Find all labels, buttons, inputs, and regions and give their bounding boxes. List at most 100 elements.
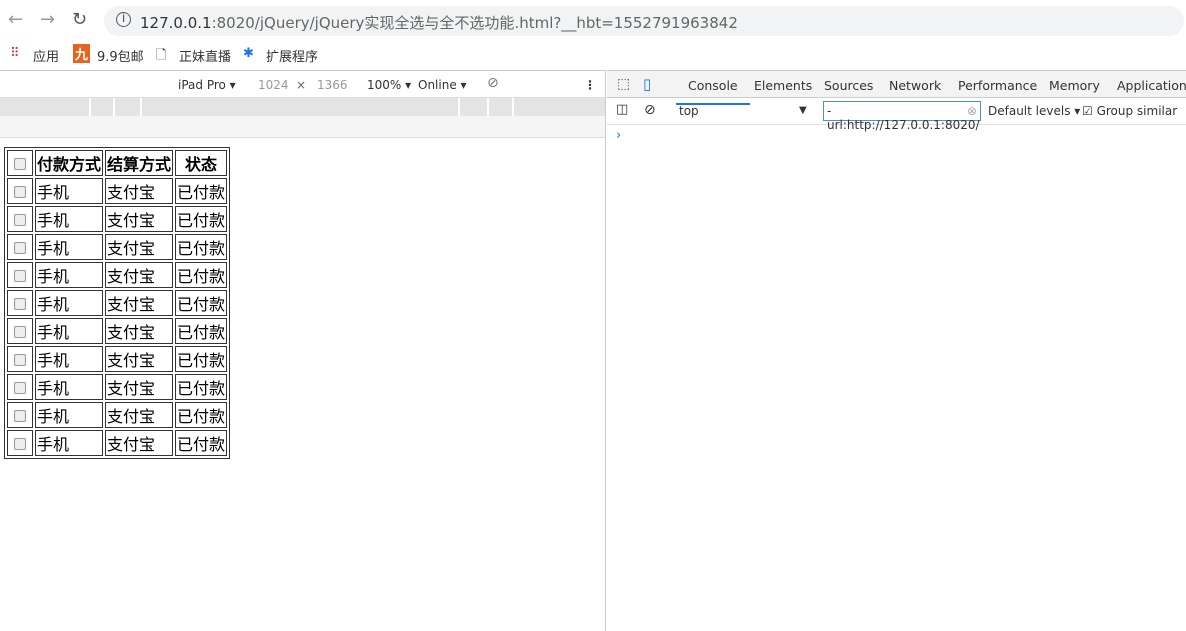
table-row: 手机 支付宝 已付款 — [7, 346, 228, 372]
table-row: 手机 支付宝 已付款 — [7, 318, 228, 344]
row-checkbox-cell — [7, 346, 33, 372]
bookmarks-bar: ⠿ 应用 九 9.9包邮 🗋 正妹直播 ✱ 扩展程序 — [0, 40, 1186, 70]
header-status: 状态 — [175, 150, 228, 176]
tab-network[interactable]: Network — [889, 78, 941, 93]
sidebar-toggle-icon[interactable]: ◫ — [616, 102, 628, 117]
network-select[interactable]: Online ▾ — [418, 78, 467, 92]
settlement-cell: 支付宝 — [105, 374, 174, 400]
status-cell: 已付款 — [175, 374, 228, 400]
page-icon: 🗋 — [156, 48, 167, 63]
row-checkbox[interactable] — [14, 270, 26, 282]
tab-application[interactable]: Application — [1117, 78, 1186, 93]
status-cell: 已付款 — [175, 234, 228, 260]
table-row: 手机 支付宝 已付款 — [7, 206, 228, 232]
levels-select[interactable]: Default levels ▾ — [988, 104, 1080, 118]
status-cell: 已付款 — [175, 346, 228, 372]
zoom-select[interactable]: 100% ▾ — [367, 78, 411, 92]
address-bar[interactable]: i 127.0.0.1:8020/jQuery/jQuery实现全选与全不选功能… — [104, 6, 1184, 36]
row-checkbox[interactable] — [14, 410, 26, 422]
payment-method-cell: 手机 — [35, 318, 104, 344]
filter-input[interactable]: -url:http://127.0.0.1:8020/⊗ — [823, 101, 981, 132]
row-checkbox-cell — [7, 206, 33, 232]
devtools-tabs: ⬚ ▯ Console Elements Sources Network Per… — [607, 70, 1186, 105]
header-settlement: 结算方式 — [105, 150, 174, 176]
viewport-pane: iPad Pro ▾ 1024 × 1366 100% ▾ Online ▾ ⊘… — [0, 70, 606, 631]
tab-memory[interactable]: Memory — [1049, 78, 1100, 93]
row-checkbox[interactable] — [14, 326, 26, 338]
devtools-pane: ⬚ ▯ Console Elements Sources Network Per… — [607, 70, 1186, 631]
info-icon[interactable]: i — [116, 12, 131, 27]
select-all-cell — [7, 150, 33, 176]
status-cell: 已付款 — [175, 290, 228, 316]
payment-method-cell: 手机 — [35, 178, 104, 204]
status-cell: 已付款 — [175, 430, 228, 456]
table-row: 手机 支付宝 已付款 — [7, 290, 228, 316]
payment-method-cell: 手机 — [35, 346, 104, 372]
tab-sources[interactable]: Sources — [824, 78, 873, 93]
row-checkbox-cell — [7, 374, 33, 400]
jiu-logo-icon: 九 — [73, 44, 91, 63]
width-input[interactable]: 1024 — [258, 78, 289, 92]
payment-table: 付款方式 结算方式 状态 手机 支付宝 已付款 手机 支付宝 已付款 手机 支付宝 已付款 手机支… — [4, 147, 231, 459]
bookmark-live[interactable]: 正妹直播 — [179, 46, 231, 65]
status-cell: 已付款 — [175, 178, 228, 204]
clear-filter-icon[interactable]: ⊗ — [967, 104, 977, 118]
settlement-cell: 支付宝 — [105, 346, 174, 372]
context-select[interactable]: top — [679, 104, 699, 118]
row-checkbox[interactable] — [14, 186, 26, 198]
row-checkbox-cell — [7, 430, 33, 456]
row-checkbox-cell — [7, 262, 33, 288]
bookmark-99[interactable]: 9.9包邮 — [97, 46, 144, 65]
reload-icon[interactable]: ↻ — [72, 9, 87, 30]
rotate-icon[interactable]: ⊘ — [487, 75, 499, 91]
row-checkbox[interactable] — [14, 382, 26, 394]
table-row: 手机 支付宝 已付款 — [7, 262, 228, 288]
url-path: :8020/jQuery/jQuery实现全选与全不选功能.html?__hbt… — [211, 14, 738, 32]
settlement-cell: 支付宝 — [105, 318, 174, 344]
payment-method-cell: 手机 — [35, 290, 104, 316]
payment-method-cell: 手机 — [35, 430, 104, 456]
inspect-icon[interactable]: ⬚ — [617, 76, 630, 92]
bookmark-extensions[interactable]: 扩展程序 — [266, 46, 318, 65]
media-query-bar[interactable] — [0, 98, 605, 116]
height-input[interactable]: 1366 — [317, 78, 348, 92]
row-checkbox[interactable] — [14, 438, 26, 450]
row-checkbox-cell — [7, 290, 33, 316]
chevron-down-icon[interactable]: ▼ — [799, 105, 807, 116]
tab-performance[interactable]: Performance — [958, 78, 1037, 93]
payment-method-cell: 手机 — [35, 374, 104, 400]
more-icon[interactable]: ⋮ — [584, 78, 596, 92]
console-prompt[interactable]: › — [616, 128, 621, 143]
settlement-cell: 支付宝 — [105, 234, 174, 260]
bookmark-apps[interactable]: 应用 — [33, 46, 59, 65]
row-checkbox-cell — [7, 178, 33, 204]
settlement-cell: 支付宝 — [105, 262, 174, 288]
row-checkbox-cell — [7, 402, 33, 428]
row-checkbox[interactable] — [14, 298, 26, 310]
status-cell: 已付款 — [175, 262, 228, 288]
device-select[interactable]: iPad Pro ▾ — [178, 78, 236, 92]
settlement-cell: 支付宝 — [105, 402, 174, 428]
table-row: 手机 支付宝 已付款 — [7, 374, 228, 400]
select-all-checkbox[interactable] — [14, 158, 26, 170]
row-checkbox[interactable] — [14, 214, 26, 226]
row-checkbox-cell — [7, 234, 33, 260]
settlement-cell: 支付宝 — [105, 430, 174, 456]
forward-icon[interactable]: → — [40, 9, 55, 30]
settlement-cell: 支付宝 — [105, 178, 174, 204]
settlement-cell: 支付宝 — [105, 206, 174, 232]
apps-grid-icon: ⠿ — [10, 46, 20, 61]
clear-console-icon[interactable]: ⊘ — [644, 102, 656, 118]
status-cell: 已付款 — [175, 206, 228, 232]
payment-method-cell: 手机 — [35, 206, 104, 232]
group-similar-checkbox[interactable]: ☑ Group similar — [1082, 104, 1177, 118]
tab-elements[interactable]: Elements — [754, 78, 812, 93]
device-toolbar: iPad Pro ▾ 1024 × 1366 100% ▾ Online ▾ ⊘… — [0, 70, 605, 98]
payment-method-cell: 手机 — [35, 234, 104, 260]
row-checkbox[interactable] — [14, 242, 26, 254]
row-checkbox[interactable] — [14, 354, 26, 366]
back-icon[interactable]: ← — [8, 9, 23, 30]
device-toggle-icon[interactable]: ▯ — [643, 75, 651, 93]
url-host: 127.0.0.1 — [140, 14, 212, 32]
row-checkbox-cell — [7, 318, 33, 344]
